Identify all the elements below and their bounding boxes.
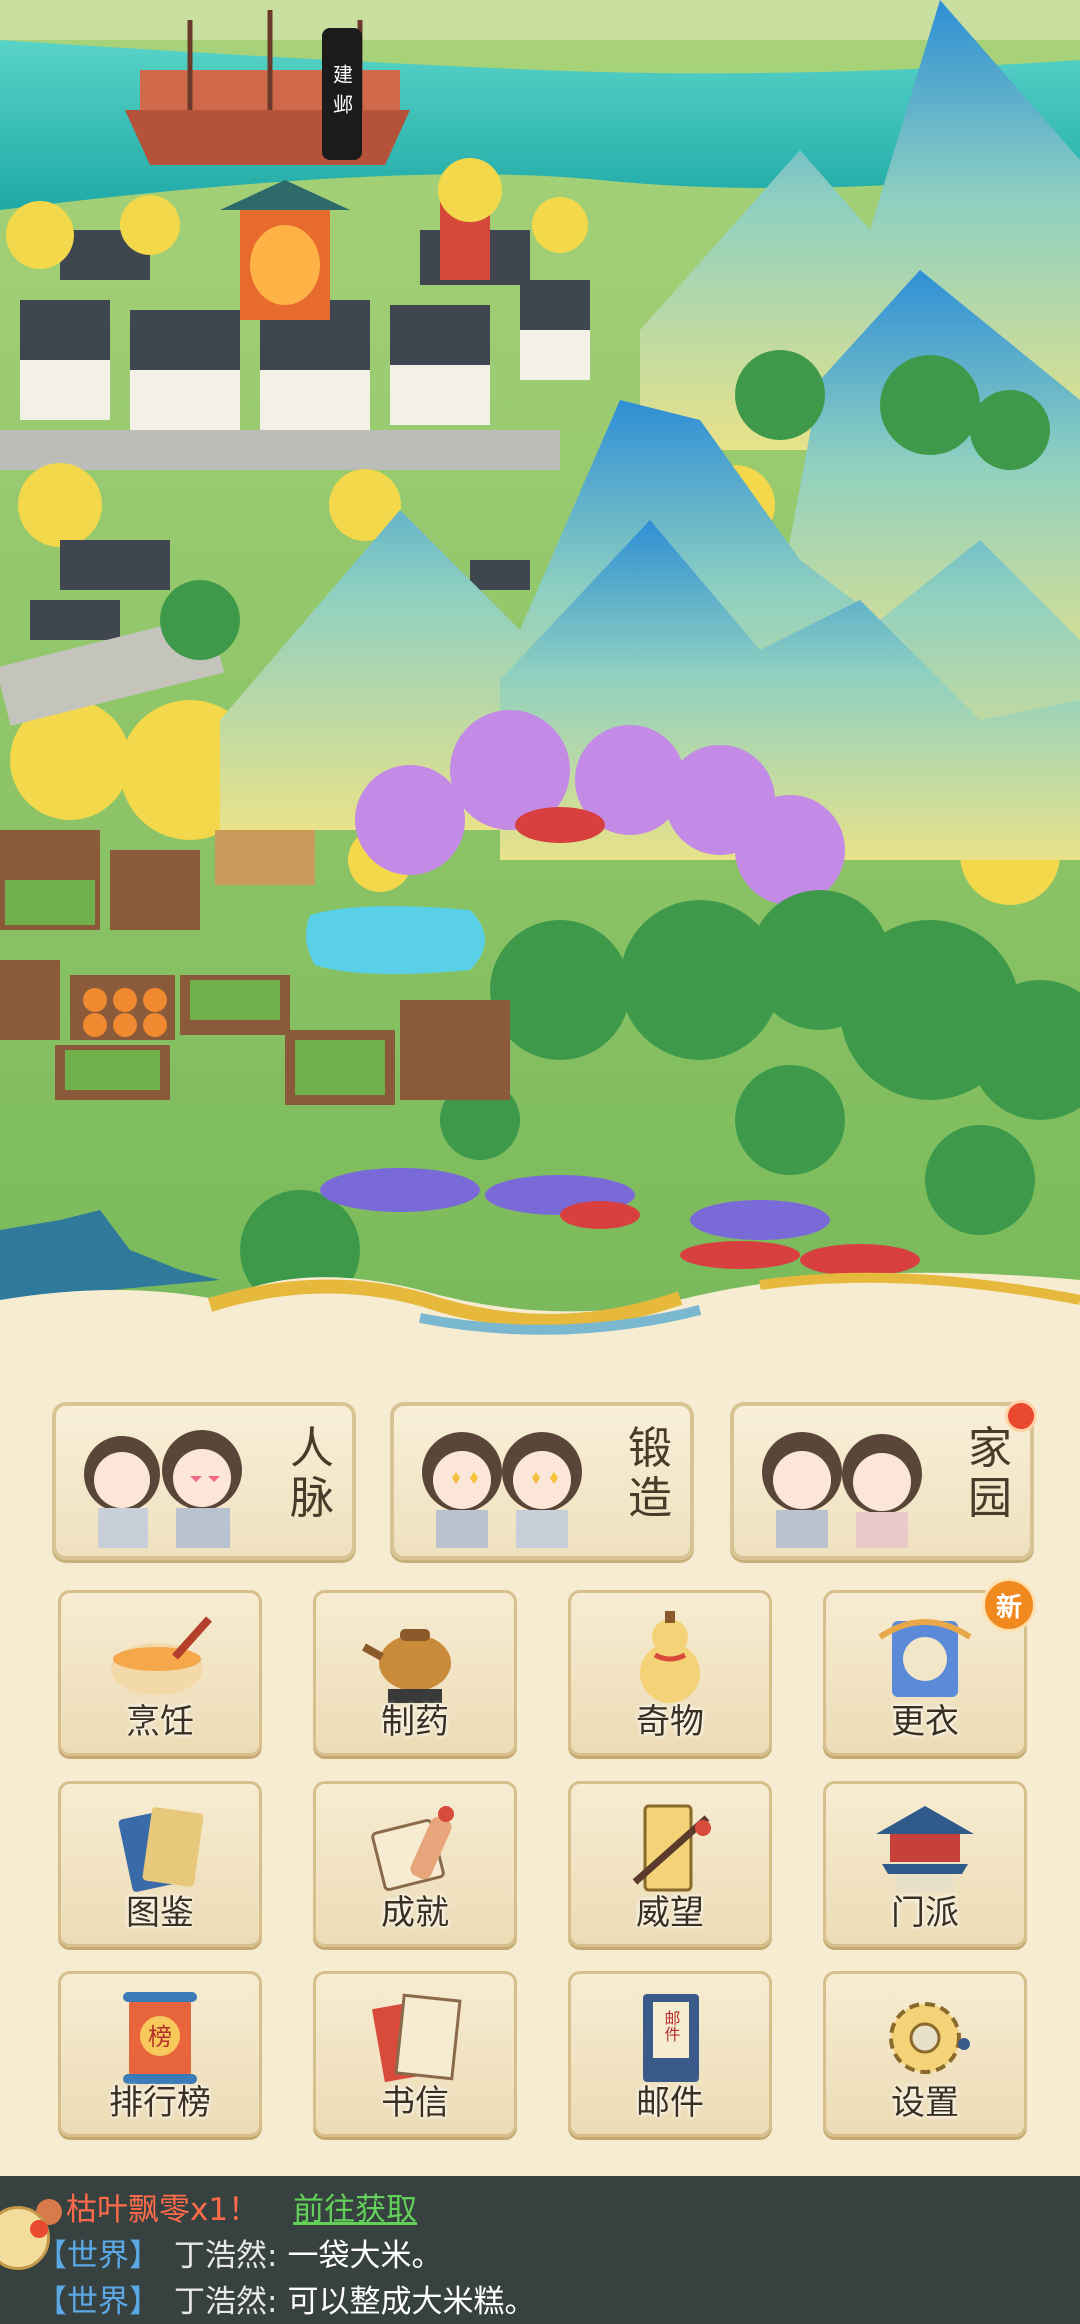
menu-mail[interactable]: 邮件 邮件	[568, 1971, 772, 2137]
menu-label: 威望	[636, 1893, 704, 1933]
menu-achievements[interactable]: 成就	[313, 1781, 517, 1947]
letter-icon	[371, 1993, 462, 2083]
mail-icon: 邮件	[643, 1994, 699, 2082]
menu-label: 奇物	[636, 1702, 704, 1742]
menu-curios[interactable]: 奇物	[568, 1590, 772, 1756]
channel-tag: 【世界】	[36, 2238, 160, 2274]
ranking-scroll-icon: 榜	[123, 1992, 197, 2084]
claim-link[interactable]: 前往获取	[293, 2192, 417, 2228]
menu-settings[interactable]: 设置	[823, 1971, 1027, 2137]
chat-message: 【世界】 丁浩然: 可以整成大米糕。	[36, 2276, 535, 2321]
message-text: 一袋大米。	[287, 2238, 443, 2274]
menu-medicine[interactable]: 制药	[313, 1590, 517, 1756]
temple-icon	[876, 1806, 974, 1892]
cards-icon	[118, 1807, 204, 1892]
menu-label: 图鉴	[126, 1893, 194, 1933]
menu-label: 烹饪	[126, 1702, 194, 1742]
reward-text: 枯叶飘零x1！	[66, 2192, 260, 2228]
wardrobe-icon	[878, 1619, 972, 1697]
menu-sect[interactable]: 门派	[823, 1781, 1027, 1947]
card-label: 家园	[968, 1423, 1012, 1524]
sender-name[interactable]: 丁浩然:	[174, 2284, 277, 2320]
chat-panel[interactable]: 枯叶飘零x1！ 前往获取 【世界】 丁浩然: 一袋大米。 【世界】 丁浩然: 可以整成大米…	[0, 2176, 1080, 2324]
menu-label: 排行榜	[109, 2083, 211, 2123]
chibi-characters-illustration	[84, 1430, 242, 1548]
chibi-characters-illustration	[422, 1432, 582, 1548]
new-badge: 新	[982, 1578, 1036, 1632]
card-connections[interactable]: 人脉	[52, 1402, 356, 1560]
gourd-icon	[640, 1611, 700, 1703]
card-forging[interactable]: 锻造	[390, 1402, 694, 1560]
menu-prestige[interactable]: 威望	[568, 1781, 772, 1947]
menu-leaderboard[interactable]: 榜 排行榜	[58, 1971, 262, 2137]
ranking-glyph: 榜	[148, 2023, 172, 2051]
menu-label: 成就	[381, 1893, 449, 1933]
gear-icon	[889, 2002, 970, 2074]
menu-collection[interactable]: 图鉴	[58, 1781, 262, 1947]
menu-label: 制药	[381, 1702, 449, 1742]
mail-glyph-1: 邮件	[662, 2010, 681, 2042]
chat-notification-dot	[30, 2220, 48, 2238]
scroll-icon	[371, 1806, 454, 1892]
book-brush-icon	[632, 1804, 711, 1892]
message-text: 可以整成大米糕。	[287, 2284, 536, 2320]
reward-notice: 枯叶飘零x1！ 前往获取	[36, 2184, 417, 2229]
menu-cooking[interactable]: 烹饪	[58, 1590, 262, 1756]
menu-label: 书信	[381, 2083, 449, 2123]
menu-letters[interactable]: 书信	[313, 1971, 517, 2137]
card-label: 锻造	[628, 1423, 672, 1524]
channel-tag: 【世界】	[36, 2284, 160, 2320]
medicine-pot-icon	[362, 1629, 451, 1703]
menu-label: 门派	[891, 1893, 959, 1933]
cooking-bowl-icon	[111, 1616, 212, 1695]
menu-label: 邮件	[636, 2083, 704, 2123]
world-map[interactable]: 建邺	[0, 0, 1080, 1370]
chat-message: 【世界】 丁浩然: 一袋大米。	[36, 2230, 442, 2275]
city-banner-jianye[interactable]: 建邺	[322, 28, 362, 160]
card-label: 人脉	[290, 1423, 334, 1524]
card-homestead[interactable]: 家园	[730, 1402, 1034, 1560]
sender-name[interactable]: 丁浩然:	[174, 2238, 277, 2274]
map-illustration	[0, 0, 1080, 1370]
chibi-characters-illustration	[762, 1432, 922, 1548]
menu-label: 设置	[891, 2083, 959, 2123]
menu-label: 更衣	[891, 1702, 959, 1742]
notification-dot	[1005, 1400, 1037, 1432]
